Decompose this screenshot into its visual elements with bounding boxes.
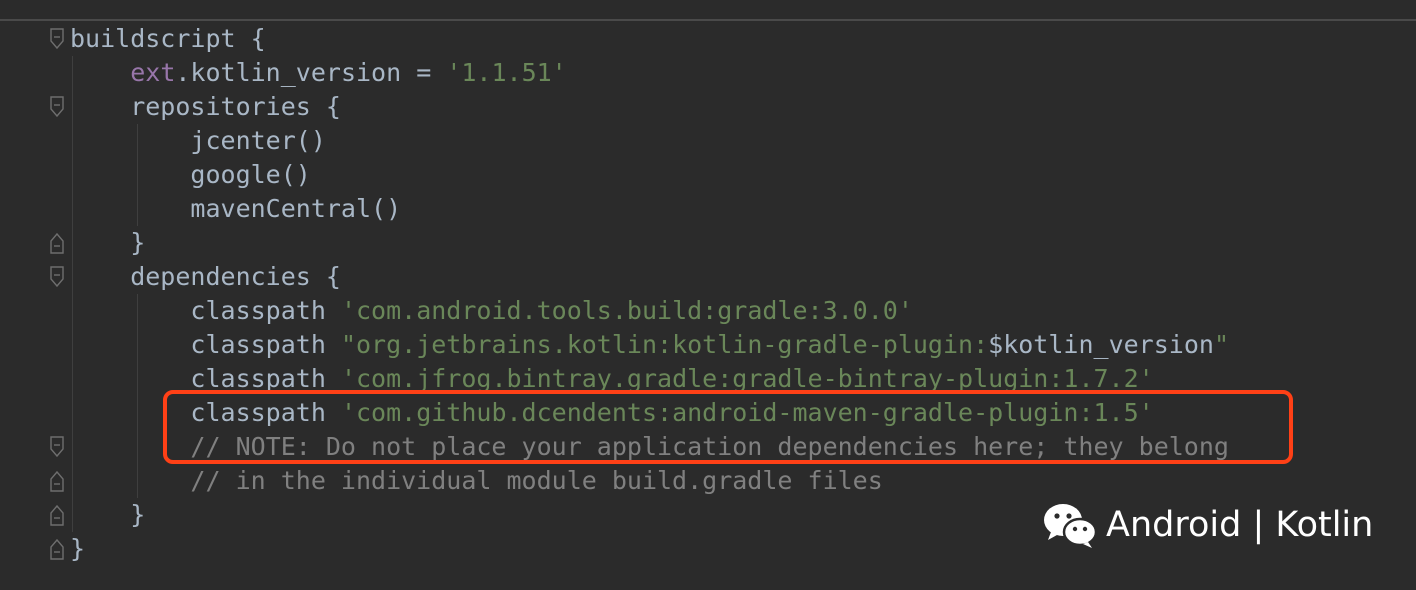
code-line[interactable]: classpath 'com.jfrog.bintray.gradle:grad… bbox=[70, 362, 1410, 396]
indent-guide bbox=[72, 56, 73, 532]
fold-end-icon[interactable] bbox=[50, 470, 64, 492]
indent-guide bbox=[137, 294, 138, 498]
code-token-plain: } bbox=[70, 228, 146, 257]
code-line[interactable]: // NOTE: Do not place your application d… bbox=[70, 430, 1410, 464]
code-token-plain: classpath bbox=[70, 364, 341, 393]
code-line[interactable]: classpath 'com.github.dcendents:android-… bbox=[70, 396, 1410, 430]
code-token-comment: // in the individual module build.gradle… bbox=[70, 466, 883, 495]
editor-tab-bar bbox=[0, 0, 1416, 21]
code-token-string: '1.1.51' bbox=[446, 58, 567, 87]
code-token-plain: .kotlin_version = bbox=[175, 58, 447, 87]
code-token-ext: ext bbox=[130, 58, 176, 87]
code-line[interactable]: classpath "org.jetbrains.kotlin:kotlin-g… bbox=[70, 328, 1410, 362]
code-token-plain: mavenCentral() bbox=[70, 194, 402, 223]
fold-collapse-icon[interactable] bbox=[50, 436, 64, 458]
code-token-comment: // NOTE: Do not place your application d… bbox=[70, 432, 1229, 461]
fold-collapse-icon[interactable] bbox=[50, 96, 64, 118]
code-token-plain: jcenter() bbox=[70, 126, 326, 155]
code-token-plain: classpath bbox=[70, 296, 341, 325]
watermark-text: Android | Kotlin bbox=[1106, 505, 1374, 545]
code-token-plain: classpath bbox=[70, 330, 341, 359]
code-token-plain: google() bbox=[70, 160, 311, 189]
code-token-string: "org.jetbrains.kotlin:kotlin-gradle-plug… bbox=[340, 330, 989, 359]
code-token-plain: } bbox=[70, 500, 146, 529]
code-token-plain: buildscript { bbox=[70, 24, 266, 53]
code-line[interactable]: ext.kotlin_version = '1.1.51' bbox=[70, 56, 1410, 90]
code-token-plain: classpath bbox=[70, 398, 341, 427]
code-token-string: 'com.jfrog.bintray.gradle:gradle-bintray… bbox=[340, 364, 1154, 393]
indent-guide bbox=[137, 124, 138, 226]
code-token-string: 'com.android.tools.build:gradle:3.0.0' bbox=[340, 296, 913, 325]
code-token-var: $kotlin_version bbox=[988, 330, 1214, 359]
code-line[interactable]: google() bbox=[70, 158, 1410, 192]
code-token-plain: dependencies { bbox=[70, 262, 341, 291]
code-line[interactable]: } bbox=[70, 226, 1410, 260]
code-line[interactable]: classpath 'com.android.tools.build:gradl… bbox=[70, 294, 1410, 328]
fold-collapse-icon[interactable] bbox=[50, 28, 64, 50]
code-line[interactable]: // in the individual module build.gradle… bbox=[70, 464, 1410, 498]
editor-gutter bbox=[0, 22, 66, 590]
code-token-string: 'com.github.dcendents:android-maven-grad… bbox=[340, 398, 1154, 427]
fold-collapse-icon[interactable] bbox=[50, 266, 64, 288]
code-line[interactable]: jcenter() bbox=[70, 124, 1410, 158]
code-line[interactable]: mavenCentral() bbox=[70, 192, 1410, 226]
code-token-plain: repositories { bbox=[70, 92, 341, 121]
fold-end-icon[interactable] bbox=[50, 232, 64, 254]
fold-end-icon[interactable] bbox=[50, 504, 64, 526]
code-token-string: " bbox=[1213, 330, 1229, 359]
wechat-icon bbox=[1044, 504, 1098, 548]
code-line[interactable]: buildscript { bbox=[70, 22, 1410, 56]
code-line[interactable]: dependencies { bbox=[70, 260, 1410, 294]
code-line[interactable]: repositories { bbox=[70, 90, 1410, 124]
watermark: Android | Kotlin bbox=[1042, 500, 1373, 550]
code-token-plain: } bbox=[70, 534, 86, 563]
fold-end-icon[interactable] bbox=[50, 538, 64, 560]
